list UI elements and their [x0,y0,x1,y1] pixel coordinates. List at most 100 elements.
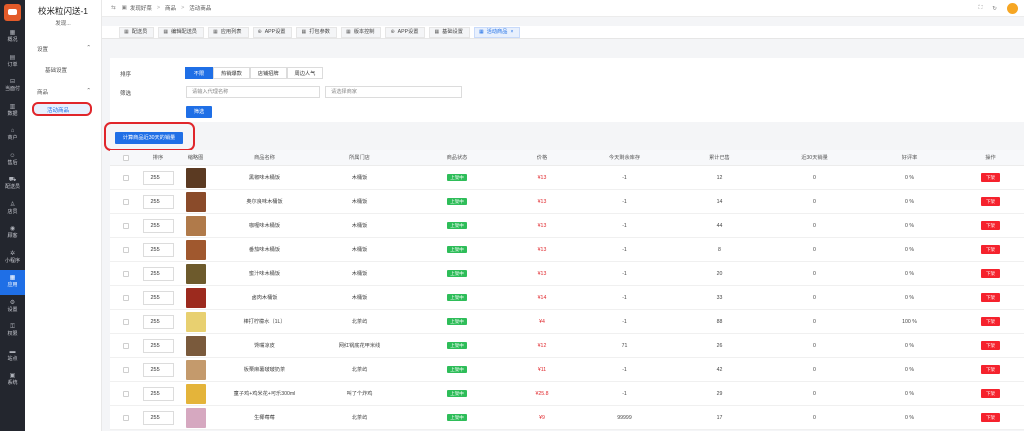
nav-item[interactable]: ⊟ 当面付 [0,74,25,99]
thumb-cell [174,311,217,332]
status-badge: 上架中 [447,270,467,277]
rating: 0 % [905,246,914,253]
column-header [110,154,142,161]
tab-label: APP设置 [397,28,419,35]
tab[interactable]: ⊕ APP设置 [252,26,293,38]
off-shelf-button[interactable]: 下架 [981,365,1000,374]
product-thumbnail [185,407,206,428]
sort-input[interactable]: 255 [142,386,174,401]
tab[interactable]: ▦ 应用列表 [208,26,249,38]
off-shelf-button[interactable]: 下架 [981,341,1000,350]
tab[interactable]: ▦ 配送员 [119,26,155,38]
sort-input[interactable]: 255 [142,314,174,329]
nav-item[interactable]: ♙ 店员 [0,197,25,222]
sort-option[interactable]: 周边人气 [286,67,324,79]
nav-item[interactable]: ▦ 概况 [0,25,25,50]
sort-input[interactable]: 255 [142,362,174,377]
product-thumbnail [185,263,206,284]
row-checkbox[interactable] [123,390,129,397]
tab[interactable]: ▦ 打包参数 [296,26,337,38]
tab[interactable]: ⊕ APP设置 [385,26,426,38]
row-checkbox[interactable] [123,414,129,421]
off-shelf-button[interactable]: 下架 [981,221,1000,230]
off-shelf-button[interactable]: 下架 [981,197,1000,206]
row-checkbox[interactable] [123,174,129,181]
row-checkbox[interactable] [123,270,129,277]
name-input[interactable]: 请输入代理名称 [186,86,320,98]
home-icon[interactable]: ▣ [122,5,127,11]
rating: 0 % [905,342,914,349]
nav-item[interactable]: ▣ 系统 [0,368,25,393]
refresh-icon[interactable]: ↻ [992,6,997,12]
row-checkbox-cell [110,246,142,253]
breadcrumb-shop[interactable]: 发现好菜 [130,4,152,12]
nav-item-label: 概况 [7,37,18,44]
close-icon[interactable]: × [510,27,513,38]
sort-input[interactable]: 255 [142,170,174,185]
nav-item[interactable]: ⚿ 权限 [0,319,25,344]
nav-item[interactable]: ✲ 小程序 [0,246,25,271]
status-cell: 上架中 [407,318,507,325]
product-thumbnail [185,191,206,212]
filter-button[interactable]: 筛选 [186,106,212,118]
avatar[interactable] [1007,3,1018,14]
tab[interactable]: ▦ 基础设置 [429,26,470,38]
tab[interactable]: ▦ 版本控制 [340,26,382,38]
sort-input[interactable]: 255 [142,194,174,209]
nav-item[interactable]: ⌂ 商户 [0,123,25,148]
tab[interactable]: ▦ 活动商品 × [473,26,521,38]
rating: 0 % [905,414,914,421]
nav-item[interactable]: ⚙ 设置 [0,295,25,320]
off-shelf-button[interactable]: 下架 [981,269,1000,278]
sidebar-item-activity-goods[interactable]: 活动商品 [32,102,92,116]
sidebar-group-settings[interactable]: 设置 ⌃ [25,45,101,53]
nav-item[interactable]: ☺ 售后 [0,148,25,173]
fullscreen-icon[interactable]: ⛶ [979,5,983,12]
sidebar-group-goods[interactable]: 商品 ⌃ [25,88,101,96]
off-shelf-button[interactable]: 下架 [981,389,1000,398]
sort-input[interactable]: 255 [142,266,174,281]
sort-option[interactable]: 热销爆款 [213,67,250,79]
row-checkbox[interactable] [123,318,129,325]
column-header: 好评率 [901,155,918,161]
select-all-checkbox[interactable] [123,154,129,161]
nav-item[interactable]: ▬ 站点 [0,344,25,369]
off-shelf-button[interactable]: 下架 [981,245,1000,254]
breadcrumb-goods[interactable]: 商品 [165,4,176,12]
sort-option[interactable]: 不限 [185,67,213,79]
sales-30-days: 0 [813,342,816,349]
row-checkbox[interactable] [123,222,129,229]
shop-select[interactable]: 请选择商家 [325,86,462,98]
tab-label: 基础设置 [442,28,463,35]
row-checkbox[interactable] [123,198,129,205]
sidebar-item-basic-settings[interactable]: 基础设置 [25,66,101,74]
off-shelf-button[interactable]: 下架 [981,293,1000,302]
off-shelf-button[interactable]: 下架 [981,317,1000,326]
row-checkbox[interactable] [123,366,129,373]
sort-option[interactable]: 店铺招牌 [249,67,287,79]
thumb-cell [174,383,217,404]
filter-panel: 排序 不限 热销爆款 店铺招牌 周边人气 筛选 请输入代理名称 请选择商家 筛选 [110,58,1024,122]
menu-toggle-icon[interactable]: ⇆ [111,5,116,11]
nav-icon: ⚙ [9,299,16,306]
row-checkbox[interactable] [123,342,129,349]
row-checkbox[interactable] [123,294,129,301]
off-shelf-button[interactable]: 下架 [981,413,1000,422]
tab[interactable]: ▦ 编辑配送员 [158,26,204,38]
nav-item[interactable]: ▤ 订单 [0,50,25,75]
sales-30-days: 0 [813,318,816,325]
row-checkbox[interactable] [123,246,129,253]
nav-item[interactable]: ▦ 应用 [0,270,25,295]
sort-input[interactable]: 255 [142,290,174,305]
sort-input[interactable]: 255 [142,338,174,353]
calc-sales-button[interactable]: 计算商品近30天的销量 [115,132,183,144]
nav-item[interactable]: ▥ 数据 [0,99,25,124]
nav-item[interactable]: ◉ 顾客 [0,221,25,246]
off-shelf-button[interactable]: 下架 [981,173,1000,182]
sort-input[interactable]: 255 [142,410,174,425]
stock-remaining: 99999 [617,414,632,421]
nav-item[interactable]: ⛟ 配送员 [0,172,25,197]
sort-input[interactable]: 255 [142,218,174,233]
nav-icon: ▬ [9,348,16,355]
sort-input[interactable]: 255 [142,242,174,257]
